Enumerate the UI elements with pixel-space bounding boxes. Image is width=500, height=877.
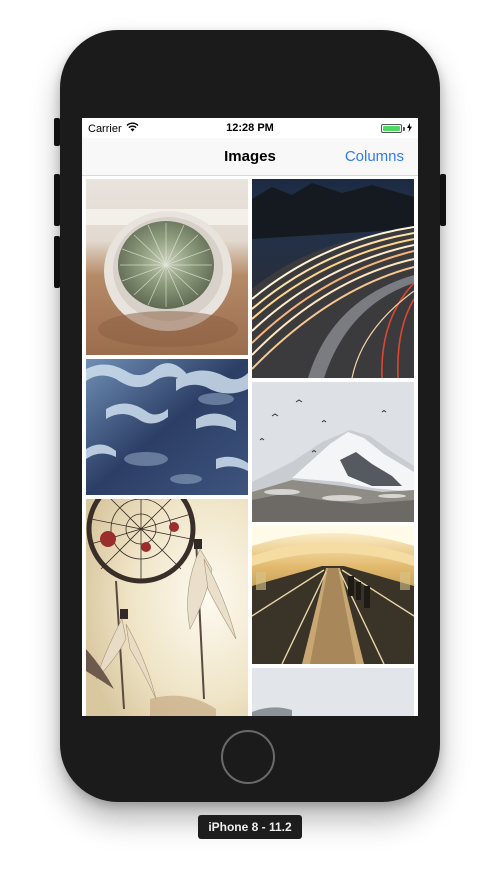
- sky-partial-image: [252, 668, 414, 716]
- cactus-image: [86, 179, 248, 355]
- home-button[interactable]: [221, 730, 275, 784]
- status-bar: Carrier 12:28 PM: [82, 118, 418, 138]
- image-tile-escalator[interactable]: [252, 526, 414, 664]
- battery-cap: [403, 126, 405, 131]
- snowy-mountain-image: [252, 382, 414, 522]
- image-tile-cactus[interactable]: [86, 179, 248, 355]
- battery-indicator: [381, 123, 412, 134]
- image-tile-dream-catcher[interactable]: [86, 499, 248, 716]
- image-tile-mountain[interactable]: [252, 382, 414, 522]
- image-tile-water[interactable]: [86, 359, 248, 495]
- battery-icon: [381, 124, 402, 133]
- phone-screen: Carrier 12:28 PM Images Columns: [82, 118, 418, 716]
- dream-catcher-image: [86, 499, 248, 716]
- image-tile-light-trails[interactable]: [252, 179, 414, 378]
- columns-button[interactable]: Columns: [345, 148, 404, 165]
- simulator-stage: Carrier 12:28 PM Images Columns iPhone 8…: [0, 0, 500, 877]
- clock: 12:28 PM: [226, 122, 274, 134]
- escalator-tunnel-image: [252, 526, 414, 664]
- image-tile-sky[interactable]: [252, 668, 414, 716]
- water-surface-image: [86, 359, 248, 495]
- device-label: iPhone 8 - 11.2: [198, 815, 302, 839]
- charging-bolt-icon: [407, 123, 412, 134]
- navigation-bar: Images Columns: [82, 138, 418, 176]
- light-trails-image: [252, 179, 414, 378]
- battery-level-fill: [383, 126, 400, 131]
- power-button: [440, 174, 446, 226]
